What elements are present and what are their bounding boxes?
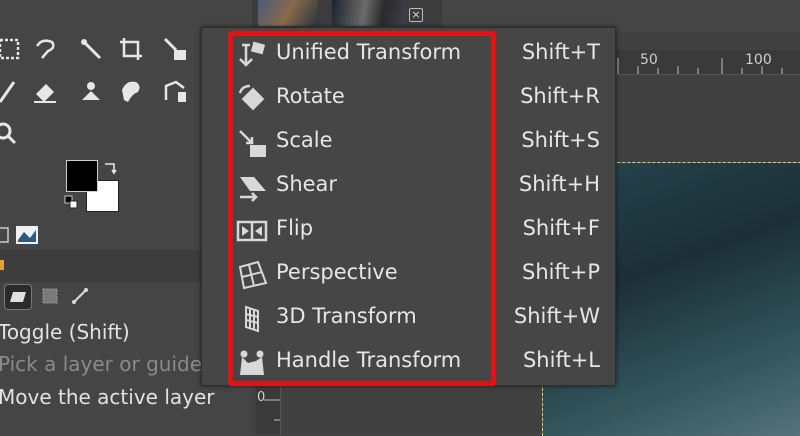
pick-layer-option[interactable]: Pick a layer or guide — [0, 352, 202, 376]
menu-item-label: Rotate — [276, 84, 345, 108]
image-tab-thumbnail-active[interactable] — [332, 0, 404, 26]
smudge-tool-icon[interactable] — [116, 76, 146, 106]
3d-transform-icon — [236, 303, 268, 335]
menu-item-perspective[interactable]: Perspective Shift+P — [232, 252, 614, 296]
ruler-label-100: 100 — [745, 52, 772, 68]
scale-icon — [236, 127, 268, 159]
menu-item-unified-transform[interactable]: Unified Transform Shift+T — [232, 32, 614, 76]
move-mode-buttons — [0, 284, 110, 310]
handle-transform-icon — [236, 347, 268, 379]
menu-item-shortcut: Shift+P — [522, 260, 600, 284]
menu-item-shortcut: Shift+R — [520, 84, 600, 108]
menu-item-flip[interactable]: Flip Shift+F — [232, 208, 614, 252]
reset-colors-icon[interactable] — [64, 194, 78, 209]
perspective-icon — [236, 259, 268, 291]
dock-tabs — [0, 224, 42, 246]
rotate-icon — [236, 83, 268, 115]
paths-tool-icon[interactable] — [160, 76, 190, 106]
shear-icon — [236, 171, 268, 203]
transform-tool-group-icon[interactable] — [160, 34, 190, 64]
menu-item-shortcut: Shift+T — [521, 40, 600, 64]
move-selection-mode-icon[interactable] — [38, 284, 62, 308]
menu-item-label: Unified Transform — [276, 40, 462, 64]
ruler-label-0: 0 — [257, 390, 266, 405]
flip-icon — [236, 215, 268, 247]
zoom-tool-icon[interactable] — [0, 118, 20, 148]
unified-transform-icon — [236, 39, 268, 71]
clone-tool-icon[interactable] — [76, 76, 106, 106]
tool-toggle-option[interactable]: Toggle (Shift) — [0, 320, 130, 344]
move-path-mode-icon[interactable] — [68, 284, 92, 308]
menu-item-rotate[interactable]: Rotate Shift+R — [232, 76, 614, 120]
menu-item-shortcut: Shift+W — [513, 304, 600, 328]
free-select-tool-icon[interactable] — [30, 34, 60, 64]
menu-item-3d-transform[interactable]: 3D Transform Shift+W — [232, 296, 614, 340]
menu-item-shortcut: Shift+H — [518, 172, 600, 196]
image-tab-thumbnail[interactable] — [258, 0, 318, 26]
menu-item-handle-transform[interactable]: Handle Transform Shift+L — [232, 340, 614, 384]
paintbrush-tool-icon[interactable] — [0, 76, 24, 106]
menu-item-label: Handle Transform — [276, 348, 462, 372]
menu-item-shortcut: Shift+F — [522, 216, 600, 240]
swap-colors-icon[interactable] — [102, 160, 118, 176]
menu-item-scale[interactable]: Scale Shift+S — [232, 120, 614, 164]
fuzzy-select-tool-icon[interactable] — [76, 34, 106, 64]
crop-tool-icon[interactable] — [116, 34, 146, 64]
ruler-label-50: 50 — [640, 52, 658, 68]
menu-item-label: Flip — [276, 216, 314, 240]
rect-select-tool-icon[interactable] — [0, 34, 24, 64]
close-tab-icon[interactable]: × — [409, 8, 423, 22]
menu-item-shear[interactable]: Shear Shift+H — [232, 164, 614, 208]
menu-item-label: 3D Transform — [276, 304, 417, 328]
menu-item-label: Shear — [276, 172, 338, 196]
move-layer-mode-button[interactable] — [4, 284, 32, 310]
move-active-layer-option[interactable]: Move the active layer — [0, 385, 215, 409]
foreground-color-swatch[interactable] — [66, 160, 98, 192]
eraser-tool-icon[interactable] — [30, 76, 60, 106]
menu-item-label: Scale — [276, 128, 333, 152]
menu-item-shortcut: Shift+S — [521, 128, 600, 152]
menu-item-shortcut: Shift+L — [522, 348, 600, 372]
tool-options-marker — [0, 260, 4, 270]
menu-item-label: Perspective — [276, 260, 398, 284]
